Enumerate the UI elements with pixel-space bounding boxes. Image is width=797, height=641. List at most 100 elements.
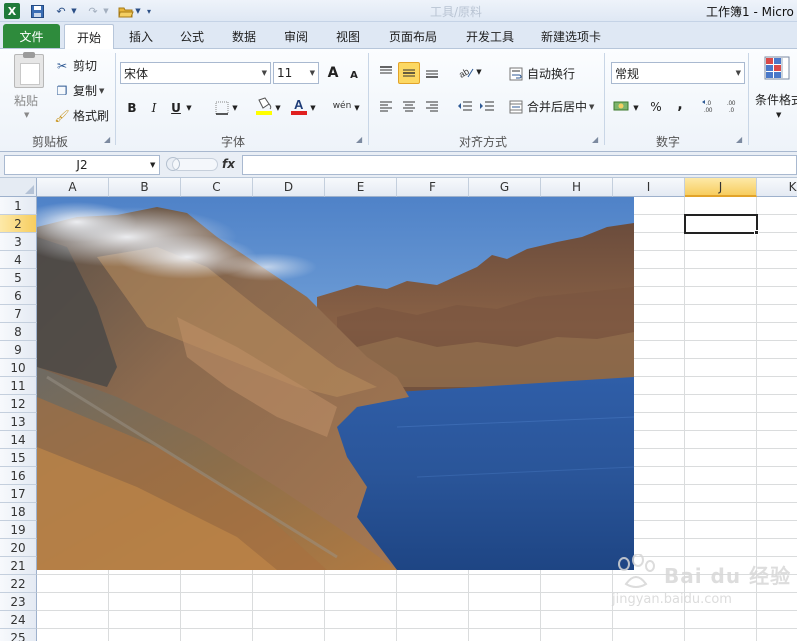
formula-bar-grip-icon[interactable] (166, 157, 180, 171)
save-icon[interactable] (30, 3, 44, 19)
fill-color-icon[interactable] (254, 96, 274, 116)
italic-button[interactable]: I (144, 98, 164, 118)
font-name-dropdown-icon[interactable]: ▼ (262, 69, 267, 77)
number-launcher-icon[interactable]: ◢ (736, 135, 742, 144)
row-header-9[interactable]: 9 (0, 341, 37, 359)
percent-button[interactable]: % (646, 97, 666, 117)
insert-function-icon[interactable]: fx (222, 157, 235, 171)
row-header-17[interactable]: 17 (0, 485, 37, 503)
font-size-dropdown-icon[interactable]: ▼ (310, 69, 315, 77)
merge-center-dropdown-icon[interactable]: ▼ (589, 103, 594, 111)
row-header-18[interactable]: 18 (0, 503, 37, 521)
customize-toolbar-icon[interactable]: ▾ (144, 3, 154, 19)
excel-app-icon[interactable]: X (4, 3, 20, 19)
alignment-launcher-icon[interactable]: ◢ (592, 135, 598, 144)
column-header-h[interactable]: H (541, 178, 613, 197)
active-cell[interactable] (684, 214, 758, 234)
align-right-icon[interactable] (422, 96, 442, 116)
undo-dropdown-icon[interactable]: ▼ (70, 3, 78, 19)
format-painter-button[interactable]: 🖌 格式刷 (54, 107, 109, 124)
paste-dropdown-icon[interactable]: ▼ (24, 111, 29, 119)
tab-page-layout[interactable]: 页面布局 (380, 24, 446, 48)
fill-color-dropdown-icon[interactable]: ▼ (273, 98, 283, 118)
tab-formulas[interactable]: 公式 (170, 24, 214, 48)
tab-review[interactable]: 审阅 (274, 24, 318, 48)
orientation-dropdown-icon[interactable]: ▼ (474, 62, 484, 82)
tab-developer[interactable]: 开发工具 (458, 24, 522, 48)
increase-indent-icon[interactable] (477, 96, 497, 116)
column-header-f[interactable]: F (397, 178, 469, 197)
font-name-combo[interactable]: 宋体 ▼ (120, 62, 271, 84)
paste-icon[interactable] (14, 52, 44, 88)
row-header-15[interactable]: 15 (0, 449, 37, 467)
grow-font-button[interactable]: A (323, 63, 343, 83)
align-center-icon[interactable] (399, 96, 419, 116)
column-header-k[interactable]: K (757, 178, 797, 197)
column-header-e[interactable]: E (325, 178, 397, 197)
cut-button[interactable]: ✂ 剪切 (54, 57, 97, 74)
row-header-13[interactable]: 13 (0, 413, 37, 431)
row-header-8[interactable]: 8 (0, 323, 37, 341)
bold-button[interactable]: B (122, 98, 142, 118)
name-box-dropdown-icon[interactable]: ▼ (150, 161, 155, 169)
phonetic-icon[interactable]: wén (332, 96, 352, 116)
merge-center-button[interactable]: 合并后居中 ▼ (508, 98, 594, 115)
font-color-icon[interactable]: A (289, 96, 309, 116)
row-header-12[interactable]: 12 (0, 395, 37, 413)
row-header-4[interactable]: 4 (0, 251, 37, 269)
tab-insert[interactable]: 插入 (119, 24, 163, 48)
currency-dropdown-icon[interactable]: ▼ (631, 98, 641, 118)
column-header-d[interactable]: D (253, 178, 325, 197)
underline-dropdown-icon[interactable]: ▼ (184, 98, 194, 118)
align-left-icon[interactable] (376, 96, 396, 116)
row-header-1[interactable]: 1 (0, 197, 37, 215)
column-header-b[interactable]: B (109, 178, 181, 197)
redo-dropdown-icon[interactable]: ▼ (102, 3, 110, 19)
column-header-c[interactable]: C (181, 178, 253, 197)
row-header-23[interactable]: 23 (0, 593, 37, 611)
orientation-icon[interactable]: ab (456, 62, 476, 82)
copy-button[interactable]: ❐ 复制 ▼ (54, 82, 105, 99)
currency-icon[interactable] (612, 96, 632, 116)
row-header-14[interactable]: 14 (0, 431, 37, 449)
align-bottom-icon[interactable] (422, 62, 442, 82)
font-color-dropdown-icon[interactable]: ▼ (308, 98, 318, 118)
row-header-7[interactable]: 7 (0, 305, 37, 323)
open-dropdown-icon[interactable]: ▼ (134, 3, 142, 19)
number-format-combo[interactable]: 常规 ▼ (611, 62, 745, 84)
row-header-19[interactable]: 19 (0, 521, 37, 539)
paste-button-label[interactable]: 粘贴 (14, 92, 38, 109)
column-header-g[interactable]: G (469, 178, 541, 197)
column-header-i[interactable]: I (613, 178, 685, 197)
mountain-lake-picture[interactable] (37, 197, 634, 570)
row-header-22[interactable]: 22 (0, 575, 37, 593)
tab-new-tab[interactable]: 新建选项卡 (534, 24, 608, 48)
conditional-format-label[interactable]: 条件格式 (755, 91, 797, 108)
borders-icon[interactable] (212, 98, 232, 118)
borders-dropdown-icon[interactable]: ▼ (230, 98, 240, 118)
comma-style-button[interactable]: , (670, 95, 690, 115)
decrease-decimal-icon[interactable]: .00.0 (724, 96, 744, 116)
copy-dropdown-icon[interactable]: ▼ (99, 87, 104, 95)
column-header-j[interactable]: J (685, 178, 757, 197)
font-size-combo[interactable]: 11 ▼ (273, 62, 319, 84)
name-box[interactable]: J2 (4, 155, 160, 175)
tab-file[interactable]: 文件 (3, 24, 60, 48)
undo-icon[interactable]: ↶ (54, 3, 68, 19)
row-header-3[interactable]: 3 (0, 233, 37, 251)
row-header-10[interactable]: 10 (0, 359, 37, 377)
row-header-21[interactable]: 21 (0, 557, 37, 575)
align-top-icon[interactable] (376, 62, 396, 82)
select-all-corner[interactable] (0, 178, 37, 197)
row-header-6[interactable]: 6 (0, 287, 37, 305)
underline-button[interactable]: U (166, 98, 186, 118)
row-header-11[interactable]: 11 (0, 377, 37, 395)
row-header-5[interactable]: 5 (0, 269, 37, 287)
tab-home[interactable]: 开始 (64, 24, 114, 50)
font-launcher-icon[interactable]: ◢ (356, 135, 362, 144)
row-header-25[interactable]: 25 (0, 629, 37, 641)
conditional-format-icon[interactable] (764, 55, 790, 81)
conditional-format-dropdown-icon[interactable]: ▼ (776, 111, 781, 119)
decrease-indent-icon[interactable] (455, 96, 475, 116)
row-header-2[interactable]: 2 (0, 215, 37, 233)
